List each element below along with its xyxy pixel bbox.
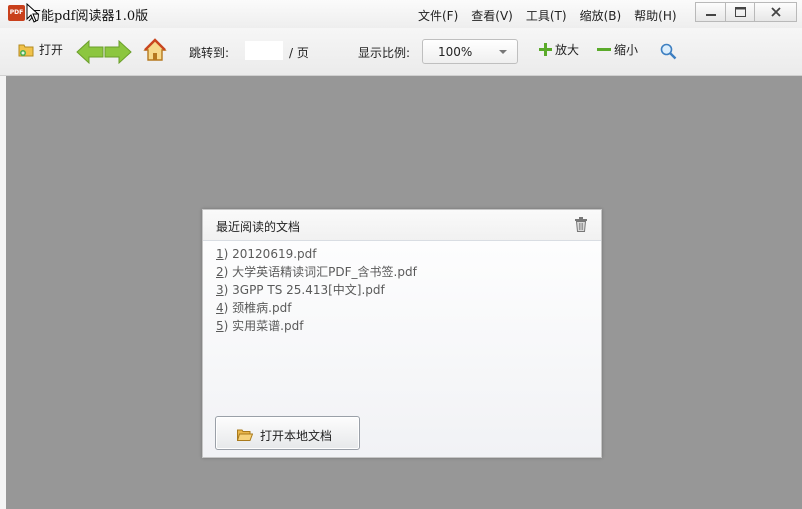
zoom-out-button[interactable]: 缩小 xyxy=(597,41,638,58)
minimize-button[interactable] xyxy=(695,2,726,22)
recent-item-name: 3GPP TS 25.413[中文].pdf xyxy=(232,283,385,297)
panel-title: 最近阅读的文档 xyxy=(216,220,301,234)
zoom-in-button[interactable]: 放大 xyxy=(539,41,579,58)
menu-view[interactable]: 查看(V) xyxy=(471,7,513,24)
recent-item-number: 2 xyxy=(216,265,224,279)
recent-item-name: 颈椎病.pdf xyxy=(232,301,292,315)
minus-icon xyxy=(597,48,611,51)
recent-item-name: 20120619.pdf xyxy=(232,247,317,261)
zoom-ratio-label: 显示比例: xyxy=(358,46,411,60)
menu-file[interactable]: 文件(F) xyxy=(418,7,458,24)
minimize-icon xyxy=(705,14,716,16)
page-number-input[interactable] xyxy=(245,41,283,60)
title-bar: PDF 万能pdf阅读器1.0版 文件(F) 查看(V) 工具(T) 缩放(B)… xyxy=(0,0,802,28)
folder-open-icon xyxy=(237,429,253,441)
recent-document-item[interactable]: 2) 大学英语精读词汇PDF_含书签.pdf xyxy=(216,263,417,281)
zoom-value: 100% xyxy=(438,45,473,59)
zoom-out-label: 缩小 xyxy=(614,43,639,57)
recent-documents-panel: 最近阅读的文档 1) 20120619.pdf 2) 大学英语精读词汇PDF_含… xyxy=(202,209,602,458)
chevron-down-icon xyxy=(499,50,507,54)
close-button[interactable] xyxy=(754,2,797,22)
recent-item-name: 大学英语精读词汇PDF_含书签.pdf xyxy=(232,265,417,279)
zoom-select[interactable]: 100% xyxy=(422,39,518,64)
menu-zoom[interactable]: 缩放(B) xyxy=(580,7,622,24)
recent-document-item[interactable]: 1) 20120619.pdf xyxy=(216,245,417,263)
open-local-document-button[interactable]: 打开本地文档 xyxy=(215,416,360,450)
recent-item-number: 1 xyxy=(216,247,224,261)
window-title: 万能pdf阅读器1.0版 xyxy=(28,9,149,24)
recent-document-item[interactable]: 4) 颈椎病.pdf xyxy=(216,299,417,317)
forward-arrow-icon[interactable] xyxy=(104,40,132,64)
menu-bar: 文件(F) 查看(V) 工具(T) 缩放(B) 帮助(H) xyxy=(418,7,690,24)
recent-item-number: 5 xyxy=(216,319,224,333)
recent-document-item[interactable]: 3) 3GPP TS 25.413[中文].pdf xyxy=(216,281,417,299)
jump-to-label: 跳转到: xyxy=(189,46,230,60)
menu-help[interactable]: 帮助(H) xyxy=(634,7,676,24)
close-icon xyxy=(770,7,781,17)
open-button[interactable]: 打开 xyxy=(18,41,63,58)
recent-documents-list: 1) 20120619.pdf 2) 大学英语精读词汇PDF_含书签.pdf 3… xyxy=(216,245,417,335)
back-arrow-icon[interactable] xyxy=(76,40,104,64)
recent-item-number: 3 xyxy=(216,283,224,297)
plus-icon xyxy=(539,43,552,56)
mouse-cursor-icon xyxy=(26,3,40,23)
maximize-button[interactable] xyxy=(725,2,755,22)
recent-item-number: 4 xyxy=(216,301,224,315)
maximize-icon xyxy=(734,7,746,17)
pdf-app-icon: PDF xyxy=(8,5,25,21)
open-label: 打开 xyxy=(39,43,64,57)
open-local-document-label: 打开本地文档 xyxy=(260,429,333,443)
recent-item-name: 实用菜谱.pdf xyxy=(232,319,304,333)
recent-document-item[interactable]: 5) 实用菜谱.pdf xyxy=(216,317,417,335)
panel-header: 最近阅读的文档 xyxy=(203,210,601,241)
trash-icon[interactable] xyxy=(575,217,587,232)
search-icon[interactable] xyxy=(660,43,677,60)
home-icon[interactable] xyxy=(143,38,167,62)
menu-tools[interactable]: 工具(T) xyxy=(526,7,567,24)
zoom-in-label: 放大 xyxy=(555,43,580,57)
page-suffix-label: / 页 xyxy=(289,46,309,60)
open-file-icon xyxy=(18,44,34,57)
toolbar: 打开 跳转到: / 页 显示比例: 100% 放大 缩小 xyxy=(0,28,802,76)
